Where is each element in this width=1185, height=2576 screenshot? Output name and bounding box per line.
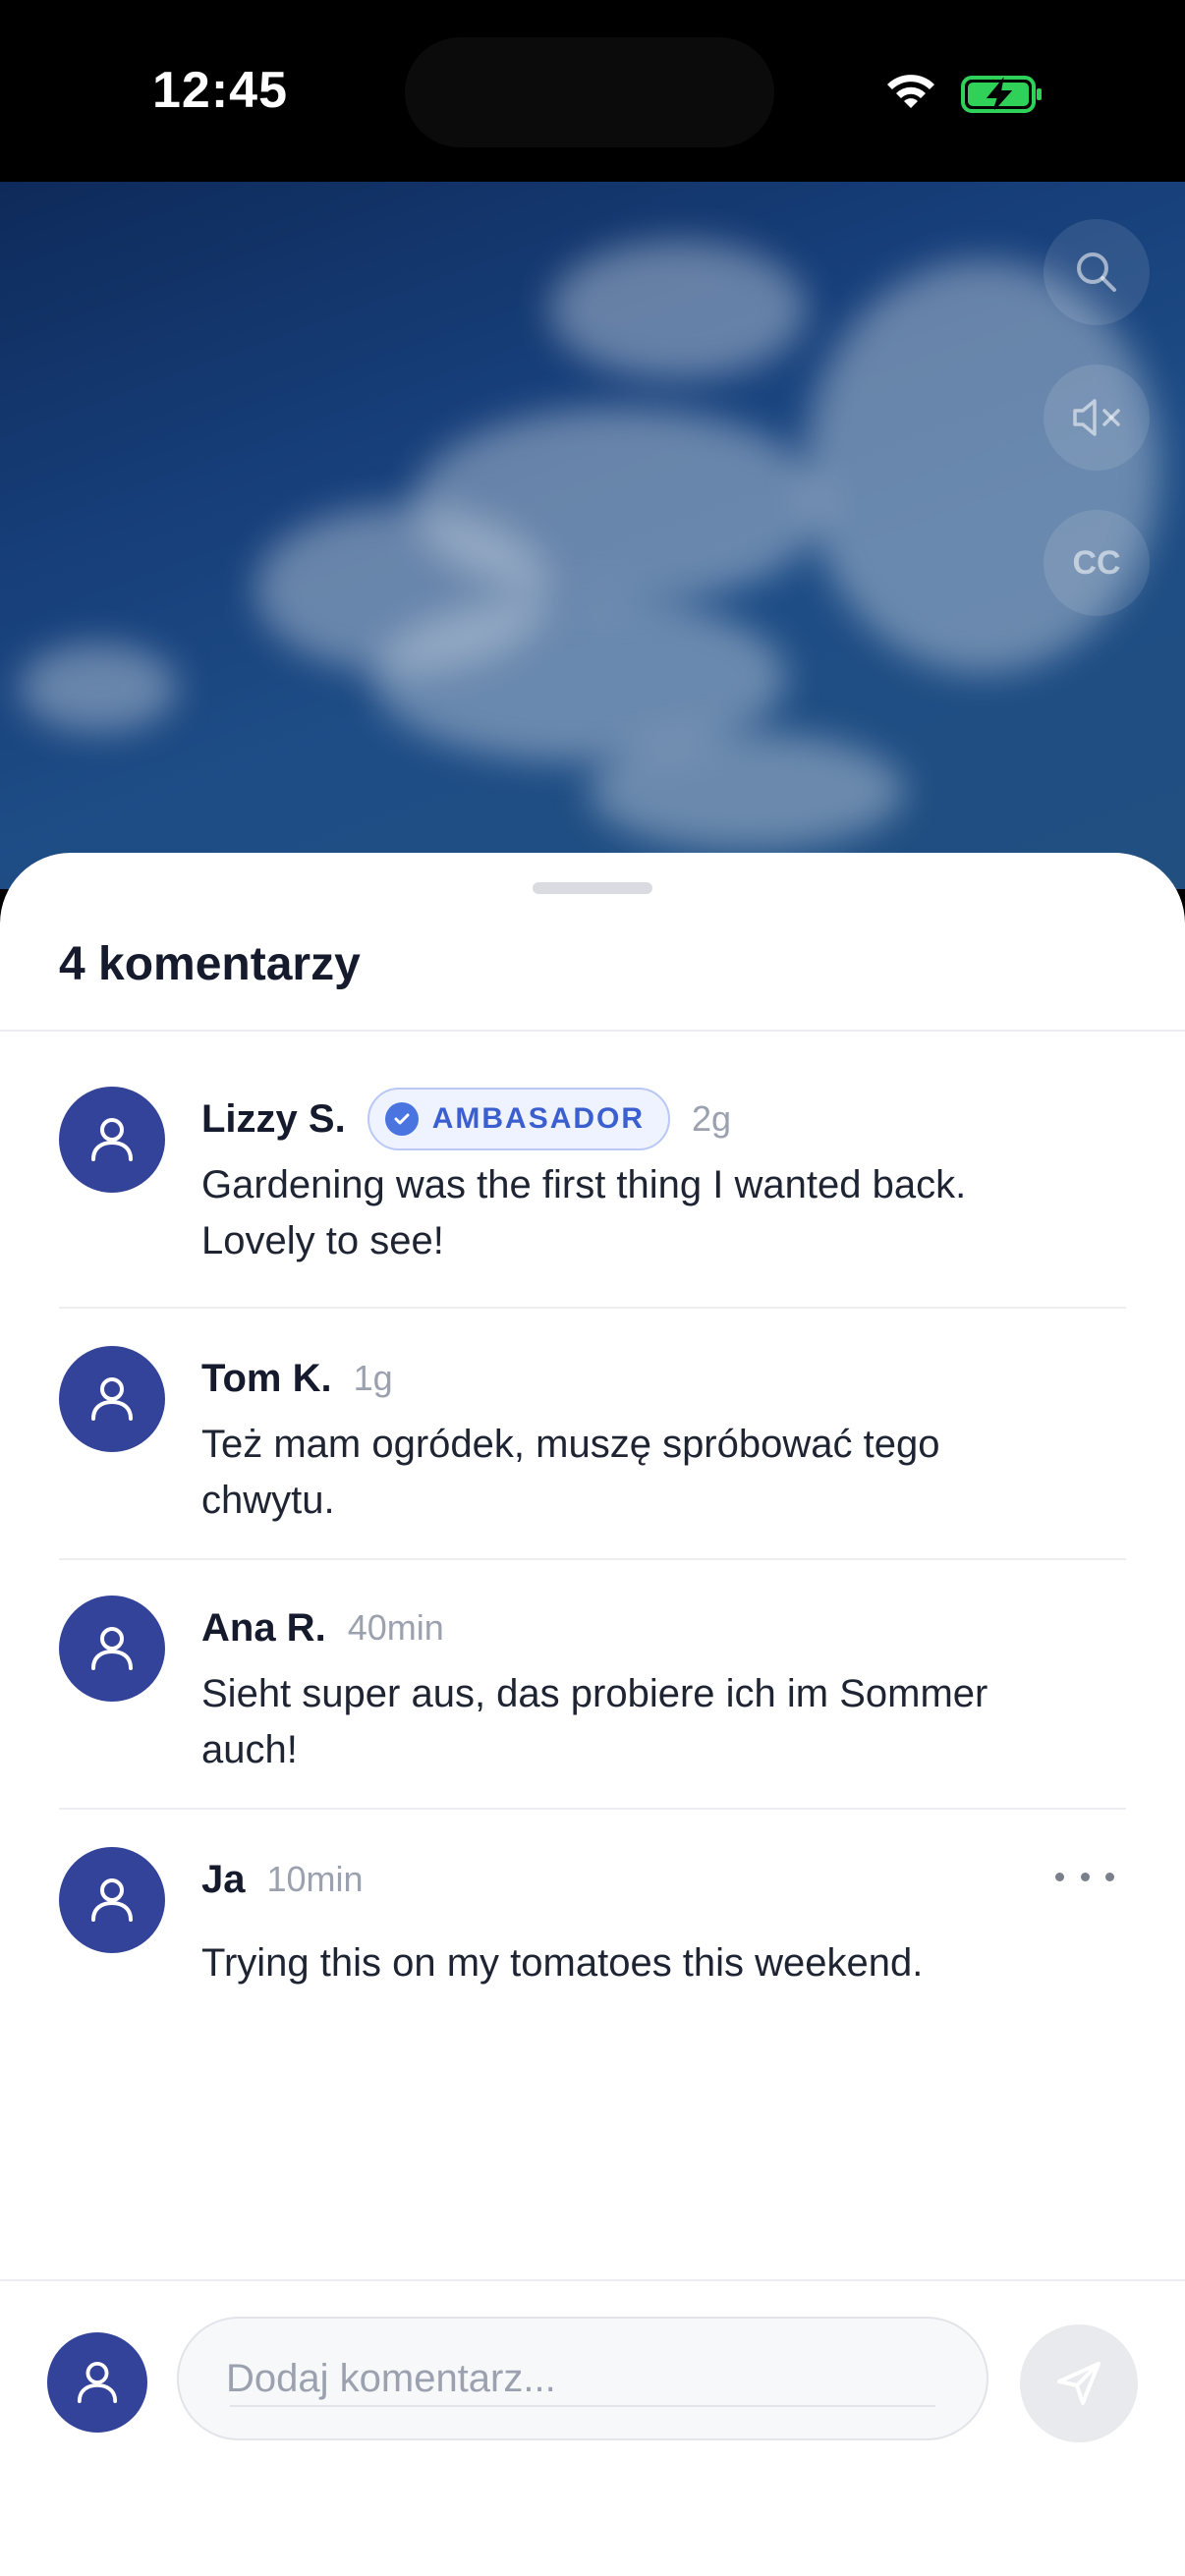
comment-author[interactable]: Tom K. (201, 1357, 332, 1401)
user-icon (91, 1878, 133, 1922)
user-icon (91, 1627, 133, 1670)
comment-input-wrapper (177, 2317, 988, 2440)
divider (59, 1558, 1126, 1560)
avatar[interactable] (59, 1847, 165, 1953)
input-underline (230, 2405, 935, 2407)
divider (59, 1808, 1126, 1810)
user-icon (77, 2361, 118, 2404)
cc-label: CC (1072, 543, 1121, 582)
mute-icon (1073, 399, 1120, 436)
avatar[interactable] (59, 1596, 165, 1702)
send-icon (1057, 2362, 1100, 2405)
user-icon (91, 1118, 133, 1161)
comment-time: 10min (266, 1859, 364, 1899)
check-icon (384, 1102, 419, 1136)
status-time: 12:45 (152, 62, 288, 119)
wifi-icon (887, 75, 934, 108)
divider (59, 1307, 1126, 1309)
avatar[interactable] (59, 1346, 165, 1452)
comment-text: Gardening was the first thing I wanted b… (201, 1163, 967, 1262)
mute-button[interactable] (1044, 364, 1150, 471)
sheet-title: 4 komentarzy (59, 938, 361, 990)
comment-input[interactable] (226, 2319, 939, 2438)
search-button[interactable] (1044, 219, 1150, 325)
divider (0, 1030, 1185, 1032)
video-player[interactable]: CC (0, 182, 1185, 889)
comment-author[interactable]: Ja (201, 1858, 246, 1902)
ambassador-badge: AMBASADOR (367, 1088, 671, 1150)
badge-label: AMBASADOR (431, 1102, 646, 1135)
search-icon (1077, 252, 1116, 292)
comment-time: 2g (692, 1098, 732, 1139)
comment-time: 40min (347, 1607, 444, 1648)
comment-text: Też mam ogródek, muszę spróbować tego ch… (201, 1423, 940, 1522)
more-options-icon[interactable] (1055, 1857, 1114, 1896)
comment-author[interactable]: Lizzy S. (201, 1097, 346, 1142)
divider (0, 2279, 1185, 2281)
user-icon (91, 1377, 133, 1421)
comment-time: 1g (353, 1358, 393, 1398)
comment-author[interactable]: Ana R. (201, 1606, 326, 1651)
send-button[interactable] (1020, 2324, 1138, 2442)
cc-button[interactable]: CC (1044, 510, 1150, 616)
comment-text: Trying this on my tomatoes this weekend. (201, 1941, 924, 1985)
composer-avatar[interactable] (47, 2332, 147, 2433)
avatar[interactable] (59, 1087, 165, 1193)
comment-text: Sieht super aus, das probiere ich im Som… (201, 1672, 988, 1771)
dynamic-island (405, 37, 774, 147)
sheet-grabber[interactable] (533, 882, 652, 894)
battery-charging-icon (961, 76, 1042, 113)
status-bar: 12:45 (0, 0, 1185, 182)
